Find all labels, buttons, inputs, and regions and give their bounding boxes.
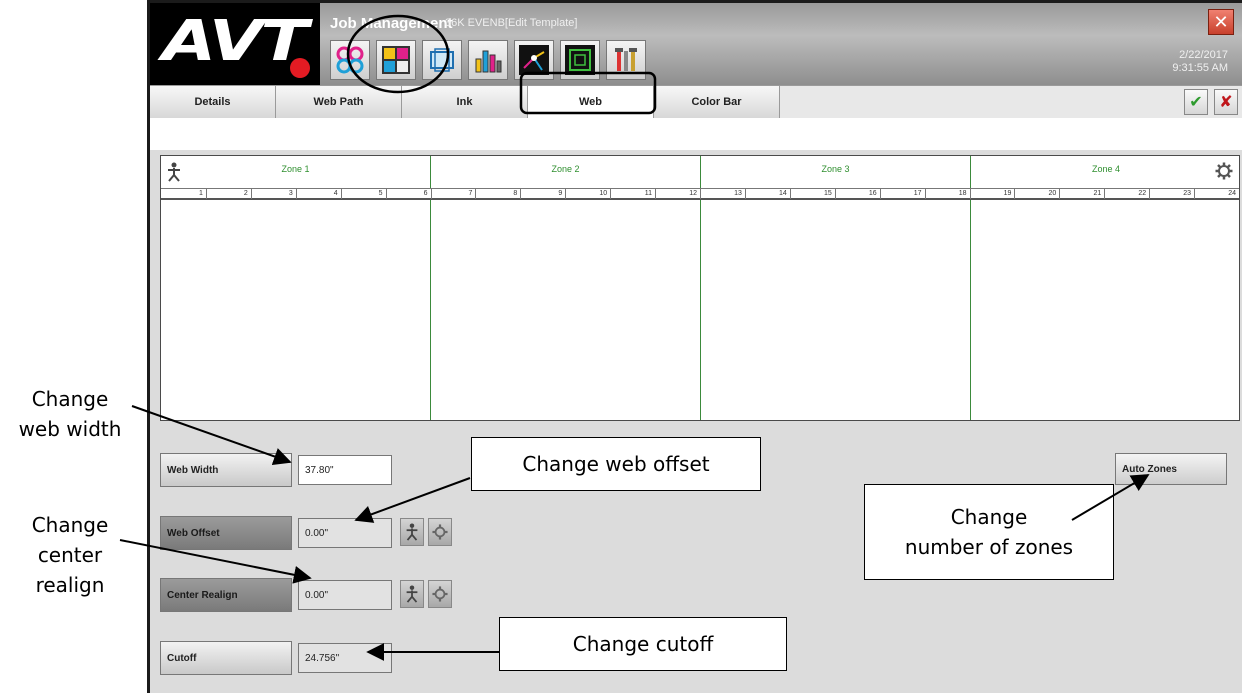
tab-bar: Details Web Path Ink Web Color Bar ✔ ✘ bbox=[150, 85, 1242, 118]
center-realign-gear-button[interactable] bbox=[428, 580, 452, 608]
close-button[interactable]: ✕ bbox=[1208, 9, 1234, 35]
app-window: AVT Job Management 36K EVENB[Edit Templa… bbox=[147, 0, 1242, 693]
target-frame-icon bbox=[565, 45, 595, 75]
target-frame-toolbar-button[interactable] bbox=[560, 40, 600, 80]
ink-key-cell: 6 bbox=[385, 189, 431, 199]
frame-toolbar-button[interactable] bbox=[422, 40, 462, 80]
info-strip bbox=[150, 118, 1242, 150]
zone-area[interactable] bbox=[971, 200, 1241, 420]
app-title: Job Management bbox=[330, 15, 453, 32]
zone-area[interactable] bbox=[701, 200, 971, 420]
zone-header[interactable]: Zone 4 bbox=[971, 156, 1241, 188]
web-template-icon bbox=[382, 46, 410, 74]
zone-label: Zone 4 bbox=[1091, 164, 1121, 174]
checkmark-icon: ✔ bbox=[1189, 94, 1203, 111]
ink-key-cell: 10 bbox=[565, 189, 610, 199]
auto-zones-button[interactable]: Auto Zones bbox=[1115, 453, 1227, 485]
center-realign-field[interactable]: 0.00" bbox=[298, 580, 392, 610]
ink-key-cell: 14 bbox=[744, 189, 790, 199]
app-subtitle: 36K EVENB[Edit Template] bbox=[445, 17, 578, 29]
web-offset-button[interactable]: Web Offset bbox=[160, 516, 292, 550]
ink-key-cell: 22 bbox=[1104, 189, 1149, 199]
zone-label: Zone 3 bbox=[821, 164, 850, 174]
web-offset-person-button[interactable] bbox=[400, 518, 424, 546]
logo-text: AVT bbox=[162, 9, 308, 74]
toolbar bbox=[330, 40, 646, 80]
ink-key-cell: 15 bbox=[789, 189, 835, 199]
zones-icon bbox=[336, 46, 364, 74]
ink-key-cell: 3 bbox=[250, 189, 296, 199]
zones-toolbar-button[interactable] bbox=[330, 40, 370, 80]
tab-details[interactable]: Details bbox=[150, 86, 276, 118]
close-icon: ✕ bbox=[1213, 11, 1229, 32]
ink-key-cell: 19 bbox=[969, 189, 1015, 199]
tab-web-path[interactable]: Web Path bbox=[276, 86, 402, 118]
cutoff-field[interactable]: 24.756" bbox=[298, 643, 392, 673]
tab-color-bar[interactable]: Color Bar bbox=[654, 86, 780, 118]
ink-key-cell: 2 bbox=[205, 189, 251, 199]
frame-icon bbox=[430, 48, 454, 72]
web-offset-gear-button[interactable] bbox=[428, 518, 452, 546]
tab-bar-filler bbox=[780, 86, 1242, 118]
center-realign-person-button[interactable] bbox=[400, 580, 424, 608]
ink-key-cell: 7 bbox=[430, 189, 476, 199]
tab-ink[interactable]: Ink bbox=[402, 86, 528, 118]
ink-key-cell: 11 bbox=[610, 189, 655, 199]
reject-button[interactable]: ✘ bbox=[1214, 89, 1238, 115]
bar-graph-icon bbox=[475, 50, 502, 73]
zone-label: Zone 1 bbox=[281, 164, 310, 174]
ink-key-cell: 17 bbox=[879, 189, 925, 199]
web-width-button[interactable]: Web Width bbox=[160, 453, 292, 487]
web-width-field[interactable]: 37.80" bbox=[298, 455, 392, 485]
logo-dot bbox=[290, 58, 310, 78]
zone-label: Zone 2 bbox=[551, 164, 580, 174]
annotation-web-offset: Change web offset bbox=[471, 437, 761, 491]
ink-key-cell: 5 bbox=[340, 189, 386, 199]
annotation-cutoff: Change cutoff bbox=[499, 617, 787, 671]
ink-key-cell: 20 bbox=[1014, 189, 1059, 199]
gear-icon bbox=[432, 524, 448, 540]
ink-key-cell: 18 bbox=[924, 189, 970, 199]
tools-toolbar-button[interactable] bbox=[606, 40, 646, 80]
tab-web[interactable]: Web bbox=[528, 86, 654, 118]
ink-key-row: 1 2 3 4 5 6 7 8 9 10 11 12 13 14 15 16 17 18 19 20 21 22 23 24 bbox=[161, 188, 1239, 200]
ink-key-cell: 1 bbox=[199, 190, 203, 197]
web-template-toolbar-button[interactable] bbox=[376, 40, 416, 80]
ink-key-cell: 8 bbox=[475, 189, 520, 199]
x-mark-icon: ✘ bbox=[1219, 94, 1233, 111]
ink-key-cell: 13 bbox=[700, 189, 745, 199]
ink-key-cell: 21 bbox=[1059, 189, 1104, 199]
accept-button[interactable]: ✔ bbox=[1184, 89, 1208, 115]
ink-key-cell: 23 bbox=[1149, 189, 1194, 199]
title-bar: AVT Job Management 36K EVENB[Edit Templa… bbox=[150, 3, 1242, 85]
tools-icon bbox=[615, 48, 637, 71]
network-graph-icon bbox=[519, 45, 549, 75]
person-icon bbox=[406, 523, 418, 541]
zone-area[interactable] bbox=[431, 200, 701, 420]
ink-key-cell: 9 bbox=[520, 189, 565, 199]
annotation-number-of-zones: Change number of zones bbox=[864, 484, 1114, 580]
web-offset-field[interactable]: 0.00" bbox=[298, 518, 392, 548]
ink-key-cell: 16 bbox=[834, 189, 880, 199]
person-icon bbox=[406, 585, 418, 603]
clock: 2/22/2017 9:31:55 AM bbox=[1172, 49, 1228, 75]
zone-header[interactable]: Zone 1 bbox=[161, 156, 431, 188]
zone-area[interactable] bbox=[161, 200, 431, 420]
zones-panel: Zone 1 Zone 2 Zone 3 Zone 4 1 2 3 4 5 6 7 8 9 10 1… bbox=[160, 155, 1240, 421]
center-realign-button[interactable]: Center Realign bbox=[160, 578, 292, 612]
ink-key-cell: 12 bbox=[655, 189, 700, 199]
logo: AVT bbox=[150, 3, 320, 85]
gear-icon bbox=[432, 586, 448, 602]
ink-key-cell: 24 bbox=[1194, 189, 1239, 199]
annotation-center-realign: Change center realign bbox=[31, 513, 109, 597]
clock-time: 9:31:55 AM bbox=[1172, 62, 1228, 74]
bar-graph-toolbar-button[interactable] bbox=[468, 40, 508, 80]
zone-header[interactable]: Zone 2 bbox=[431, 156, 701, 188]
zone-header[interactable]: Zone 3 bbox=[701, 156, 971, 188]
cutoff-button[interactable]: Cutoff bbox=[160, 641, 292, 675]
ink-key-cell: 4 bbox=[295, 189, 341, 199]
network-graph-toolbar-button[interactable] bbox=[514, 40, 554, 80]
annotation-web-width: Change web width bbox=[18, 387, 122, 441]
clock-date: 2/22/2017 bbox=[1179, 49, 1228, 61]
